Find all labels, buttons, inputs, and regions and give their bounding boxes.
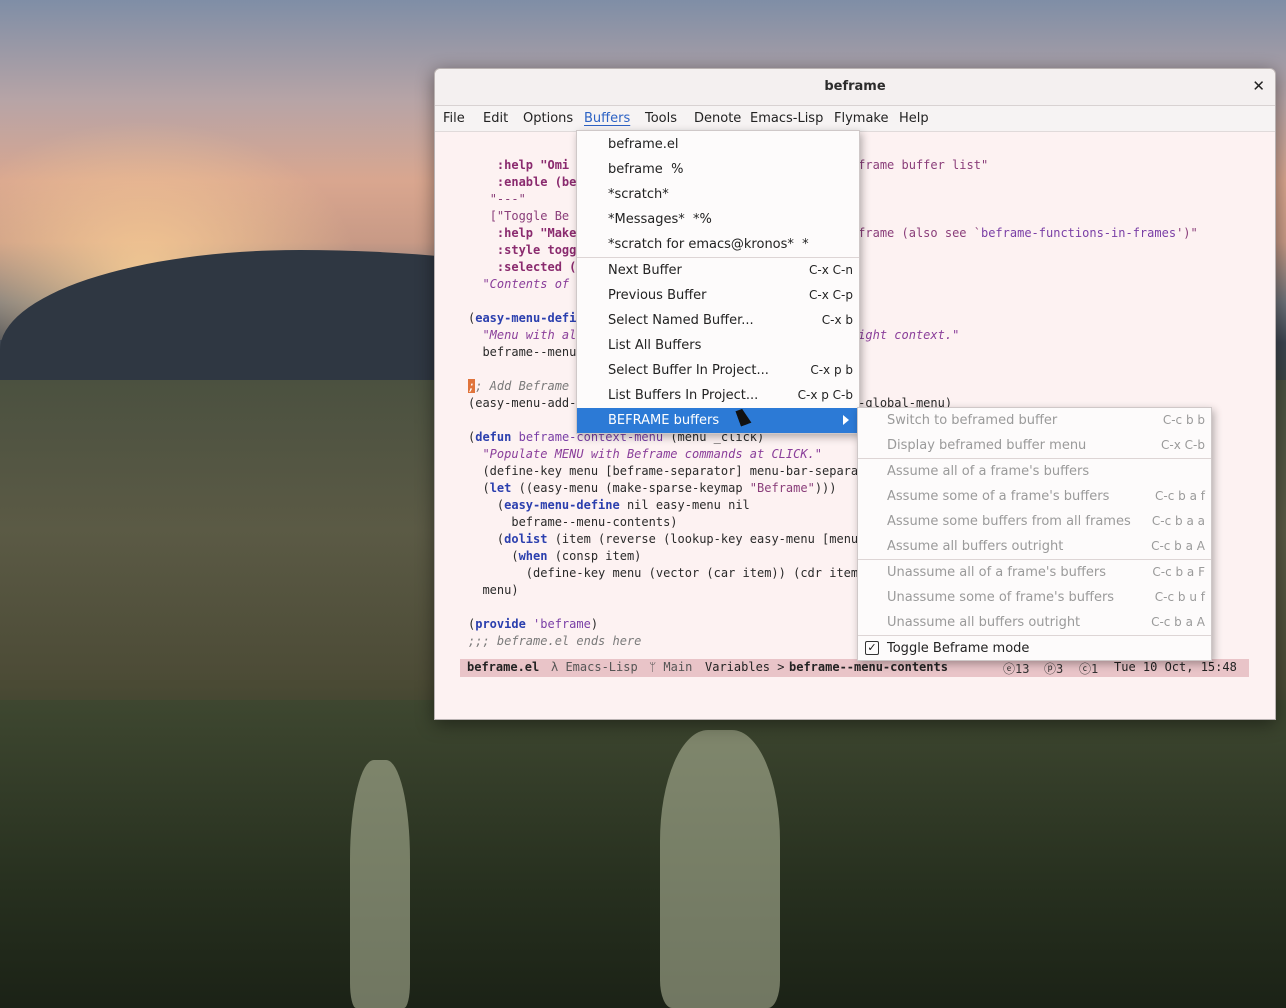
check-icon[interactable]: ✓ xyxy=(865,641,879,655)
menu-item-shortcut: C-c b a a xyxy=(1151,514,1205,528)
menu-edit[interactable]: Edit xyxy=(483,111,508,126)
menu-item-label: Select Named Buffer... xyxy=(608,313,754,328)
submenu-item-assume-some-all-frames[interactable]: Assume some buffers from all frames C-c b… xyxy=(858,509,1211,534)
window-title: beframe xyxy=(824,79,886,94)
submenu-item-unassume-all-outright[interactable]: Unassume all buffers outright C-c b a A xyxy=(858,610,1211,635)
modeline-breadcrumb: Variables > xyxy=(705,660,792,674)
menu-item-label: Assume all buffers outright xyxy=(887,539,1064,554)
menu-item-label: Unassume all of a frame's buffers xyxy=(887,565,1106,580)
menu-item-buffer[interactable]: *scratch* xyxy=(577,182,859,207)
menu-item-label: Previous Buffer xyxy=(608,288,707,303)
menu-item-label: *scratch* xyxy=(608,187,669,202)
menu-item-shortcut: C-c b u f xyxy=(1154,590,1205,604)
menu-item-shortcut: C-x p b xyxy=(810,363,853,377)
modeline-datetime: Tue 10 Oct, 15:48 xyxy=(1114,660,1237,674)
menu-item-label: *scratch for emacs@kronos* * xyxy=(608,237,809,252)
menu-item-label: Unassume some of frame's buffers xyxy=(887,590,1115,605)
menu-item-label: Select Buffer In Project... xyxy=(608,363,769,378)
modeline-breadcrumb-symbol: beframe--menu-contents xyxy=(789,660,948,674)
menu-item-list-all-buffers[interactable]: List All Buffers xyxy=(577,333,859,358)
menu-file[interactable]: File xyxy=(443,111,465,126)
menu-item-label: Assume some buffers from all frames xyxy=(887,514,1131,529)
menu-item-select-buffer-in-project[interactable]: Select Buffer In Project... C-x p b xyxy=(577,358,859,383)
submenu-item-unassume-some-frame[interactable]: Unassume some of frame's buffers C-c b u … xyxy=(858,585,1211,610)
menu-item-shortcut: C-x C-p xyxy=(809,288,853,302)
menu-item-shortcut: C-c b a F xyxy=(1152,565,1205,579)
close-icon[interactable]: ✕ xyxy=(1252,77,1265,95)
menu-item-buffer[interactable]: *Messages* *% xyxy=(577,207,859,232)
menu-item-label: Display beframed buffer menu xyxy=(887,438,1087,453)
menu-item-buffer[interactable]: beframe.el xyxy=(577,132,859,157)
menu-item-shortcut: C-c b a f xyxy=(1155,489,1205,503)
menu-item-shortcut: C-x C-n xyxy=(809,263,853,277)
menu-item-select-named-buffer[interactable]: Select Named Buffer... C-x b xyxy=(577,308,859,333)
menu-item-beframe-buffers[interactable]: BEFRAME buffers xyxy=(577,408,859,433)
menu-item-buffer[interactable]: beframe % xyxy=(577,157,859,182)
menu-item-label: *Messages* *% xyxy=(608,212,712,227)
submenu-item-assume-all-frame[interactable]: Assume all of a frame's buffers xyxy=(858,459,1211,484)
beframe-submenu: Switch to beframed buffer C-c b b Display… xyxy=(857,407,1212,661)
modeline-flymake-notes[interactable]: ⓒ1 xyxy=(1079,660,1098,677)
title-bar[interactable]: beframe ✕ xyxy=(435,69,1275,106)
menu-item-label: Assume all of a frame's buffers xyxy=(887,464,1090,479)
menu-bar: File Edit Options Buffers Tools Denote E… xyxy=(435,106,1275,132)
menu-item-buffer[interactable]: *scratch for emacs@kronos* * xyxy=(577,232,859,257)
submenu-item-assume-all-outright[interactable]: Assume all buffers outright C-c b a A xyxy=(858,534,1211,559)
menu-tools[interactable]: Tools xyxy=(645,111,677,126)
menu-item-label: Next Buffer xyxy=(608,263,682,278)
menu-item-next-buffer[interactable]: Next Buffer C-x C-n xyxy=(577,258,859,283)
submenu-item-display-beframed-menu[interactable]: Display beframed buffer menu C-x C-b xyxy=(858,433,1211,458)
menu-item-shortcut: C-x p C-b xyxy=(797,388,853,402)
submenu-item-assume-some-frame[interactable]: Assume some of a frame's buffers C-c b a … xyxy=(858,484,1211,509)
modeline-major-mode[interactable]: λ Emacs-Lisp xyxy=(551,660,638,674)
menu-item-label: Toggle Beframe mode xyxy=(887,641,1030,656)
menu-item-previous-buffer[interactable]: Previous Buffer C-x C-p xyxy=(577,283,859,308)
submenu-item-toggle-beframe-mode[interactable]: ✓ Toggle Beframe mode xyxy=(858,636,1211,661)
menu-item-list-buffers-in-project[interactable]: List Buffers In Project... C-x p C-b xyxy=(577,383,859,408)
menu-item-shortcut: C-x C-b xyxy=(1161,438,1205,452)
menu-options[interactable]: Options xyxy=(523,111,573,126)
menu-item-label: Unassume all buffers outright xyxy=(887,615,1081,630)
menu-item-shortcut: C-x b xyxy=(821,313,853,327)
menu-buffers[interactable]: Buffers xyxy=(584,111,630,126)
menu-help[interactable]: Help xyxy=(899,111,929,126)
submenu-item-unassume-all-frame[interactable]: Unassume all of a frame's buffers C-c b a… xyxy=(858,560,1211,585)
menu-item-label: beframe.el xyxy=(608,137,679,152)
menu-item-label: beframe % xyxy=(608,162,684,177)
menu-denote[interactable]: Denote xyxy=(694,111,741,126)
menu-item-label: Assume some of a frame's buffers xyxy=(887,489,1110,504)
menu-item-shortcut: C-c b a A xyxy=(1151,539,1205,553)
modeline-flymake-warnings[interactable]: ⓟ3 xyxy=(1044,660,1063,677)
chevron-right-icon xyxy=(843,415,849,425)
mode-line[interactable]: beframe.el λ Emacs-Lisp ᛘ Main Variables… xyxy=(460,659,1249,677)
menu-emacs-lisp[interactable]: Emacs-Lisp xyxy=(750,111,823,126)
menu-item-shortcut: C-c b b xyxy=(1162,413,1205,427)
wallpaper-poplar-2 xyxy=(350,760,410,1008)
menu-flymake[interactable]: Flymake xyxy=(834,111,888,126)
menu-item-shortcut: C-c b a A xyxy=(1151,615,1205,629)
buffers-menu: beframe.el beframe % *scratch* *Messages… xyxy=(576,130,860,434)
submenu-item-switch-beframed[interactable]: Switch to beframed buffer C-c b b xyxy=(858,408,1211,433)
menu-item-label: BEFRAME buffers xyxy=(608,413,720,428)
menu-item-label: List Buffers In Project... xyxy=(608,388,759,403)
menu-item-label: List All Buffers xyxy=(608,338,702,353)
modeline-flymake-errors[interactable]: ⓔ13 xyxy=(1003,660,1029,677)
wallpaper-poplar xyxy=(660,730,780,1008)
wallpaper-trees xyxy=(0,700,1286,1008)
modeline-vc-branch[interactable]: ᛘ Main xyxy=(649,660,692,674)
modeline-buffer-name: beframe.el xyxy=(467,660,540,674)
menu-item-label: Switch to beframed buffer xyxy=(887,413,1058,428)
